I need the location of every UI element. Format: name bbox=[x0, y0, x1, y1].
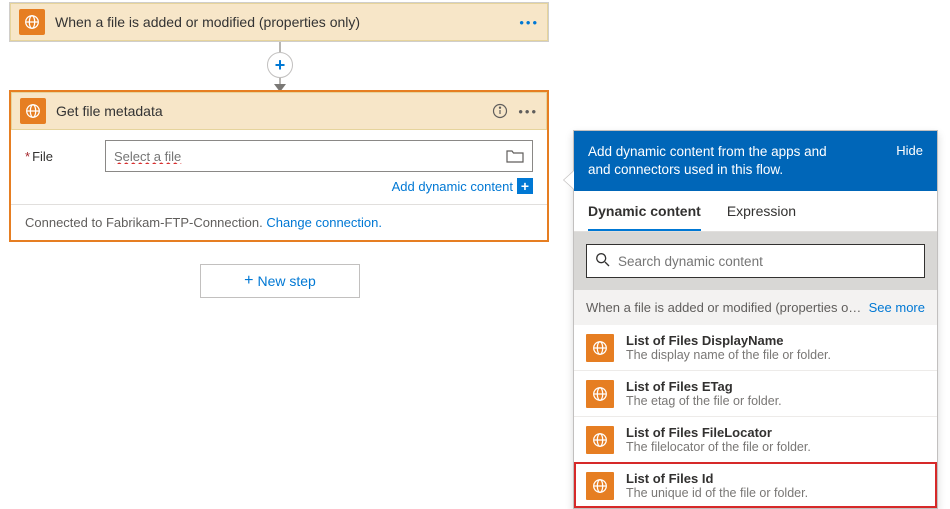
dc-item-title: List of Files FileLocator bbox=[626, 425, 811, 440]
action-header[interactable]: Get file metadata ••• bbox=[11, 92, 547, 130]
dc-item-desc: The display name of the file or folder. bbox=[626, 348, 831, 362]
ftp-icon bbox=[586, 380, 614, 408]
plus-icon: + bbox=[517, 178, 533, 194]
more-icon[interactable]: ••• bbox=[518, 104, 538, 119]
dc-item-title: List of Files ETag bbox=[626, 379, 782, 394]
plus-icon: + bbox=[244, 272, 253, 290]
tab-expression[interactable]: Expression bbox=[727, 191, 796, 231]
panel-tabs: Dynamic content Expression bbox=[574, 191, 937, 232]
panel-header-text: Add dynamic content from the apps and an… bbox=[588, 143, 848, 179]
info-icon[interactable] bbox=[492, 103, 508, 119]
dc-item-list: List of Files DisplayNameThe display nam… bbox=[574, 325, 937, 508]
folder-icon[interactable] bbox=[506, 149, 524, 163]
ftp-icon bbox=[586, 334, 614, 362]
connection-text: Connected to Fabrikam-FTP-Connection. bbox=[25, 215, 266, 230]
ftp-icon bbox=[586, 472, 614, 500]
search-box[interactable] bbox=[586, 244, 925, 278]
more-icon[interactable]: ••• bbox=[519, 15, 539, 30]
dc-item-desc: The etag of the file or folder. bbox=[626, 394, 782, 408]
tab-dynamic-content[interactable]: Dynamic content bbox=[588, 191, 701, 231]
ftp-icon bbox=[20, 98, 46, 124]
trigger-title: When a file is added or modified (proper… bbox=[55, 14, 519, 30]
new-step-label: New step bbox=[257, 273, 315, 289]
add-dynamic-content-label: Add dynamic content bbox=[392, 179, 513, 194]
see-more-link[interactable]: See more bbox=[869, 300, 925, 315]
dc-item[interactable]: List of Files FileLocatorThe filelocator… bbox=[574, 416, 937, 462]
dc-group-title: When a file is added or modified (proper… bbox=[586, 300, 861, 315]
action-card[interactable]: Get file metadata ••• *File bbox=[9, 90, 549, 242]
ftp-icon bbox=[586, 426, 614, 454]
connection-row: Connected to Fabrikam-FTP-Connection. Ch… bbox=[11, 204, 547, 240]
dc-item-desc: The unique id of the file or folder. bbox=[626, 486, 808, 500]
add-dynamic-content-link[interactable]: Add dynamic content + bbox=[392, 178, 533, 194]
trigger-card[interactable]: When a file is added or modified (proper… bbox=[9, 2, 549, 42]
change-connection-link[interactable]: Change connection. bbox=[266, 215, 382, 230]
trigger-header[interactable]: When a file is added or modified (proper… bbox=[10, 3, 548, 41]
panel-pointer bbox=[564, 171, 574, 189]
dc-group-header: When a file is added or modified (proper… bbox=[574, 290, 937, 325]
dc-item-title: List of Files Id bbox=[626, 471, 808, 486]
file-input-text[interactable] bbox=[114, 149, 506, 164]
action-title: Get file metadata bbox=[56, 103, 492, 119]
dc-item-title: List of Files DisplayName bbox=[626, 333, 831, 348]
file-field-label: *File bbox=[25, 149, 95, 164]
ftp-icon bbox=[19, 9, 45, 35]
search-input[interactable] bbox=[618, 254, 916, 269]
panel-header: Add dynamic content from the apps and an… bbox=[574, 131, 937, 191]
hide-link[interactable]: Hide bbox=[896, 143, 923, 158]
dc-item[interactable]: List of Files DisplayNameThe display nam… bbox=[574, 325, 937, 370]
dc-item-list-of-files-id[interactable]: List of Files IdThe unique id of the fil… bbox=[574, 462, 937, 508]
dynamic-content-panel: Add dynamic content from the apps and an… bbox=[573, 130, 938, 509]
dc-item-desc: The filelocator of the file or folder. bbox=[626, 440, 811, 454]
search-icon bbox=[595, 252, 610, 270]
file-input[interactable] bbox=[105, 140, 533, 172]
insert-step-button[interactable]: + bbox=[267, 52, 293, 78]
dc-item[interactable]: List of Files ETagThe etag of the file o… bbox=[574, 370, 937, 416]
new-step-button[interactable]: + New step bbox=[200, 264, 360, 298]
